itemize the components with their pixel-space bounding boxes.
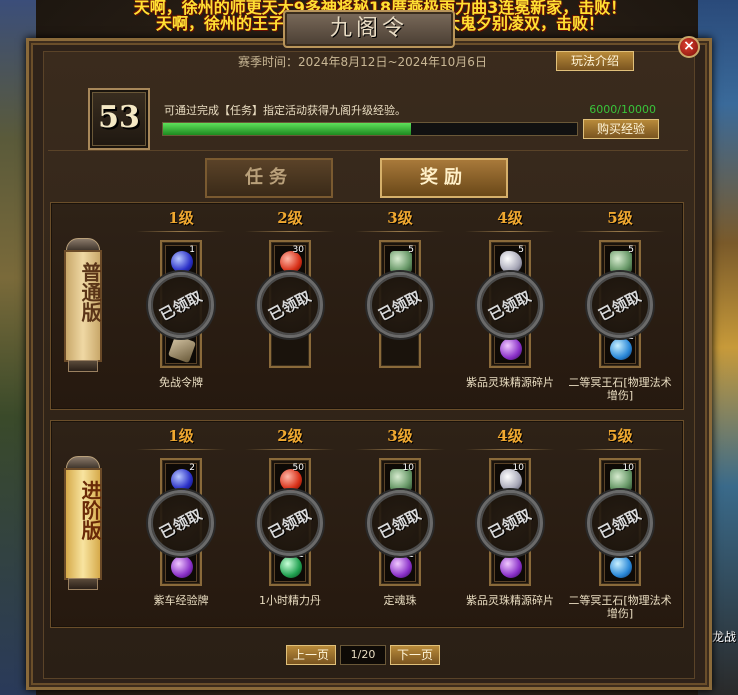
- window-title-plate: 九阁令: [283, 10, 455, 48]
- claimed-label: 已领取: [376, 287, 425, 325]
- purple-item-icon: [500, 338, 522, 360]
- rules-button[interactable]: 玩法介绍: [556, 51, 634, 71]
- claimed-stamp: 已领取: [257, 490, 323, 556]
- level-label: 3级: [387, 209, 413, 227]
- level-underline: [136, 231, 226, 232]
- lantern-base: [68, 578, 98, 590]
- claimed-label: 已领取: [596, 287, 645, 325]
- exp-progress-fill: [163, 123, 412, 135]
- level-label: 1级: [168, 427, 194, 445]
- level-badge: 53: [88, 88, 150, 150]
- purple-item-icon: [500, 556, 522, 578]
- buy-exp-button[interactable]: 购买经验: [583, 119, 659, 139]
- header-divider: [48, 150, 688, 151]
- level-label: 2级: [277, 209, 303, 227]
- level-label: 1级: [168, 209, 194, 227]
- level-label: 3级: [387, 427, 413, 445]
- claimed-label: 已领取: [157, 287, 206, 325]
- level-label: 5级: [607, 209, 633, 227]
- lantern-base: [68, 360, 98, 372]
- level-underline: [136, 449, 226, 450]
- reward-item-name: 紫品灵珠精源碎片: [466, 376, 554, 389]
- reward-item-name: 定魂珠: [383, 594, 417, 607]
- exp-progress-bar: [162, 122, 578, 136]
- progress-description: 可通过完成【任务】指定活动获得九阁升级经验。: [164, 104, 406, 117]
- tab-reward[interactable]: 奖励: [380, 158, 508, 198]
- claimed-stamp: 已领取: [477, 490, 543, 556]
- claimed-stamp: 已领取: [367, 490, 433, 556]
- close-button[interactable]: ×: [678, 36, 700, 58]
- track-name: 普通版: [78, 262, 102, 322]
- reward-item-name: 二等冥王石[物理法术增伤]: [568, 376, 672, 402]
- reward-item-name: 紫品灵珠精源碎片: [466, 594, 554, 607]
- claimed-stamp: 已领取: [148, 490, 214, 556]
- prev-page-button[interactable]: 上一页: [286, 645, 336, 665]
- reward-item-name: 二等冥王石[物理法术增伤]: [568, 594, 672, 620]
- side-label: 龙战: [711, 630, 736, 644]
- level-number: 53: [98, 100, 140, 135]
- claimed-stamp: 已领取: [587, 272, 653, 338]
- item-count: 1: [189, 245, 195, 255]
- reward-item-name: 免战令牌: [159, 376, 203, 389]
- claimed-stamp: 已领取: [477, 272, 543, 338]
- item-count: 2: [189, 463, 195, 473]
- level-underline: [465, 231, 555, 232]
- level-underline: [575, 231, 665, 232]
- level-underline: [245, 449, 335, 450]
- claimed-label: 已领取: [376, 505, 425, 543]
- item-count: 10: [512, 463, 524, 473]
- level-underline: [245, 231, 335, 232]
- item-count: 5: [628, 245, 634, 255]
- claimed-stamp: 已领取: [367, 272, 433, 338]
- level-label: 2级: [277, 427, 303, 445]
- item-count: 5: [518, 245, 524, 255]
- reward-item-name: 1小时精力丹: [259, 594, 321, 607]
- window-title: 九阁令: [329, 16, 408, 41]
- level-underline: [465, 449, 555, 450]
- item-count: 30: [292, 245, 304, 255]
- next-page-button[interactable]: 下一页: [390, 645, 440, 665]
- season-time: 赛季时间：2024年8月12日~2024年10月6日: [238, 55, 487, 69]
- level-underline: [355, 449, 445, 450]
- level-underline: [355, 231, 445, 232]
- track-name: 进阶版: [78, 480, 102, 540]
- claimed-label: 已领取: [486, 505, 535, 543]
- level-underline: [575, 449, 665, 450]
- level-label: 5级: [607, 427, 633, 445]
- tab-task[interactable]: 任务: [205, 158, 333, 198]
- lantern-body: 普通版: [64, 250, 102, 362]
- claimed-stamp: 已领取: [257, 272, 323, 338]
- lantern-body: 进阶版: [64, 468, 102, 580]
- claimed-label: 已领取: [486, 287, 535, 325]
- level-label: 4级: [497, 427, 523, 445]
- token-item-icon: [167, 334, 197, 364]
- claimed-label: 已领取: [157, 505, 206, 543]
- track-lantern: 进阶版: [60, 456, 106, 590]
- claimed-stamp: 已领取: [148, 272, 214, 338]
- item-count: 5: [408, 245, 414, 255]
- exp-counter: 6000/10000: [589, 103, 656, 116]
- claimed-stamp: 已领取: [587, 490, 653, 556]
- claimed-label: 已领取: [266, 287, 315, 325]
- item-count: 10: [402, 463, 414, 473]
- reward-item-name: 紫车经验牌: [153, 594, 209, 607]
- item-count: 10: [622, 463, 634, 473]
- level-label: 4级: [497, 209, 523, 227]
- claimed-label: 已领取: [266, 505, 315, 543]
- item-count: 50: [292, 463, 304, 473]
- purple-item-icon: [171, 556, 193, 578]
- track-lantern: 普通版: [60, 238, 106, 372]
- page-indicator: 1/20: [340, 645, 386, 665]
- claimed-label: 已领取: [596, 505, 645, 543]
